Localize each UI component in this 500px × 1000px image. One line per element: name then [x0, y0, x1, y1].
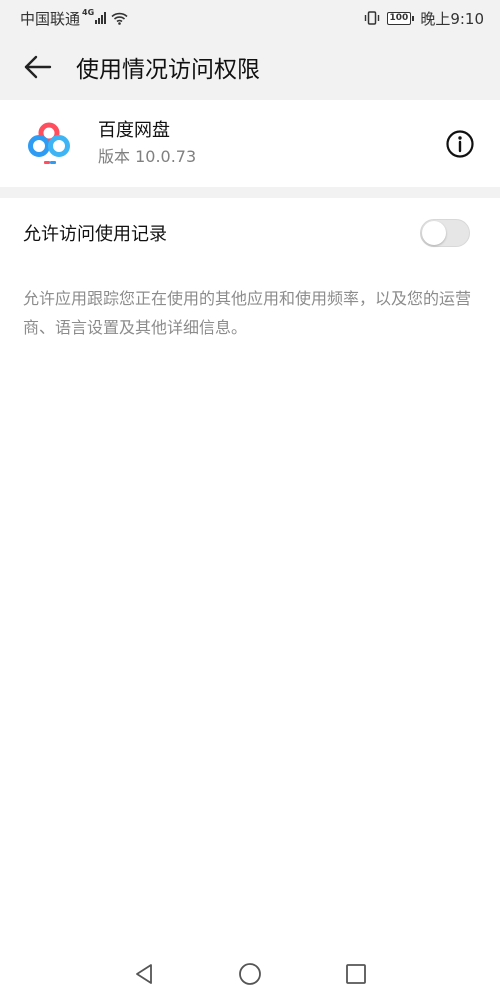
baidu-netdisk-icon	[28, 122, 70, 164]
page-title: 使用情况访问权限	[76, 57, 260, 83]
app-name: 百度网盘	[98, 119, 170, 141]
status-bar: 中国联通 4G 100 晚上9:10	[0, 0, 500, 36]
status-left: 中国联通 4G	[20, 8, 128, 29]
vibrate-icon	[364, 11, 379, 25]
permission-description: 允许应用跟踪您正在使用的其他应用和使用频率，以及您的运营商、语言设置及其他详细信…	[23, 289, 472, 337]
carrier-name: 中国联通	[20, 9, 81, 28]
app-info: 百度网盘 版本 10.0.73	[98, 119, 442, 169]
app-version: 版本 10.0.73	[98, 146, 197, 166]
signal-icon	[95, 12, 107, 24]
permission-section: 允许访问使用记录 允许应用跟踪您正在使用的其他应用和使用频率，以及您的运营商、语…	[0, 198, 500, 1000]
nav-back-button[interactable]	[124, 954, 164, 994]
home-circle-icon	[239, 963, 261, 985]
toggle-knob	[422, 221, 446, 245]
battery-icon: 100	[386, 11, 415, 25]
usage-access-row[interactable]: 允许访问使用记录	[0, 198, 500, 268]
back-button[interactable]	[18, 47, 58, 87]
recents-square-icon	[346, 964, 366, 984]
nav-home-button[interactable]	[230, 954, 270, 994]
network-type-badge: 4G	[82, 7, 95, 17]
navigation-bar	[0, 948, 500, 1000]
usage-access-label: 允许访问使用记录	[23, 224, 167, 245]
info-icon	[446, 129, 474, 158]
wifi-icon	[111, 12, 128, 25]
app-info-button[interactable]	[442, 126, 478, 162]
status-right: 100 晚上9:10	[363, 8, 484, 29]
back-triangle-icon	[136, 964, 152, 984]
battery-level: 100	[386, 11, 412, 25]
screen: 中国联通 4G 100 晚上9:10 使用情况访问权限 百度网盘 版本 10.0…	[0, 0, 500, 1000]
clock: 晚上9:10	[420, 9, 484, 28]
app-card: 百度网盘 版本 10.0.73	[0, 100, 500, 187]
usage-access-toggle[interactable]	[420, 219, 470, 247]
header: 使用情况访问权限	[0, 36, 500, 98]
arrow-left-icon	[24, 55, 52, 79]
nav-recents-button[interactable]	[336, 954, 376, 994]
